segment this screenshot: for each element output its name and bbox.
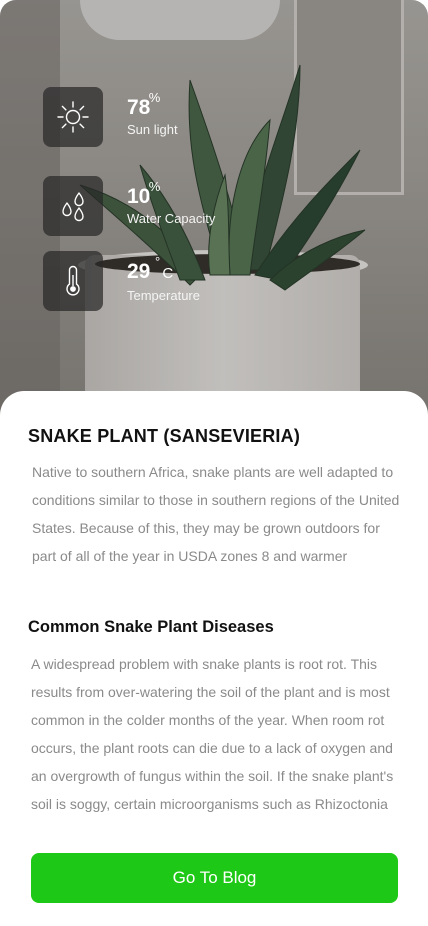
diseases-text: A widespread problem with snake plants i… (31, 656, 394, 812)
temperature-tile (43, 251, 103, 311)
temperature-degree: ° (155, 254, 161, 269)
diseases-heading: Common Snake Plant Diseases (28, 618, 274, 636)
water-tile (43, 176, 103, 236)
stat-sunlight: 78% Sun light (43, 87, 178, 147)
stat-water-capacity: 10% Water Capacity (43, 176, 215, 236)
sunlight-unit: % (148, 90, 161, 105)
plant-description: Native to southern Africa, snake plants … (32, 464, 400, 564)
details-sheet[interactable]: SNAKE PLANT (SANSEVIERIA) Native to sout… (0, 391, 428, 926)
water-drops-icon (62, 192, 84, 222)
sunlight-tile (43, 87, 103, 147)
temperature-unit: C (162, 265, 174, 282)
water-label: Water Capacity (127, 211, 216, 226)
thermometer-icon (66, 265, 80, 296)
sunlight-value: 78% (127, 90, 160, 119)
water-value: 10% (127, 179, 160, 208)
temperature-value: 29 ° C (127, 254, 174, 285)
sunlight-label: Sun light (127, 122, 178, 137)
sun-icon (57, 101, 89, 133)
go-to-blog-button[interactable]: Go To Blog (31, 853, 398, 903)
stat-temperature: 29 ° C Temperature (43, 251, 200, 311)
water-unit: % (148, 179, 161, 194)
temperature-label: Temperature (127, 288, 200, 303)
plant-title: SNAKE PLANT (SANSEVIERIA) (28, 426, 301, 446)
